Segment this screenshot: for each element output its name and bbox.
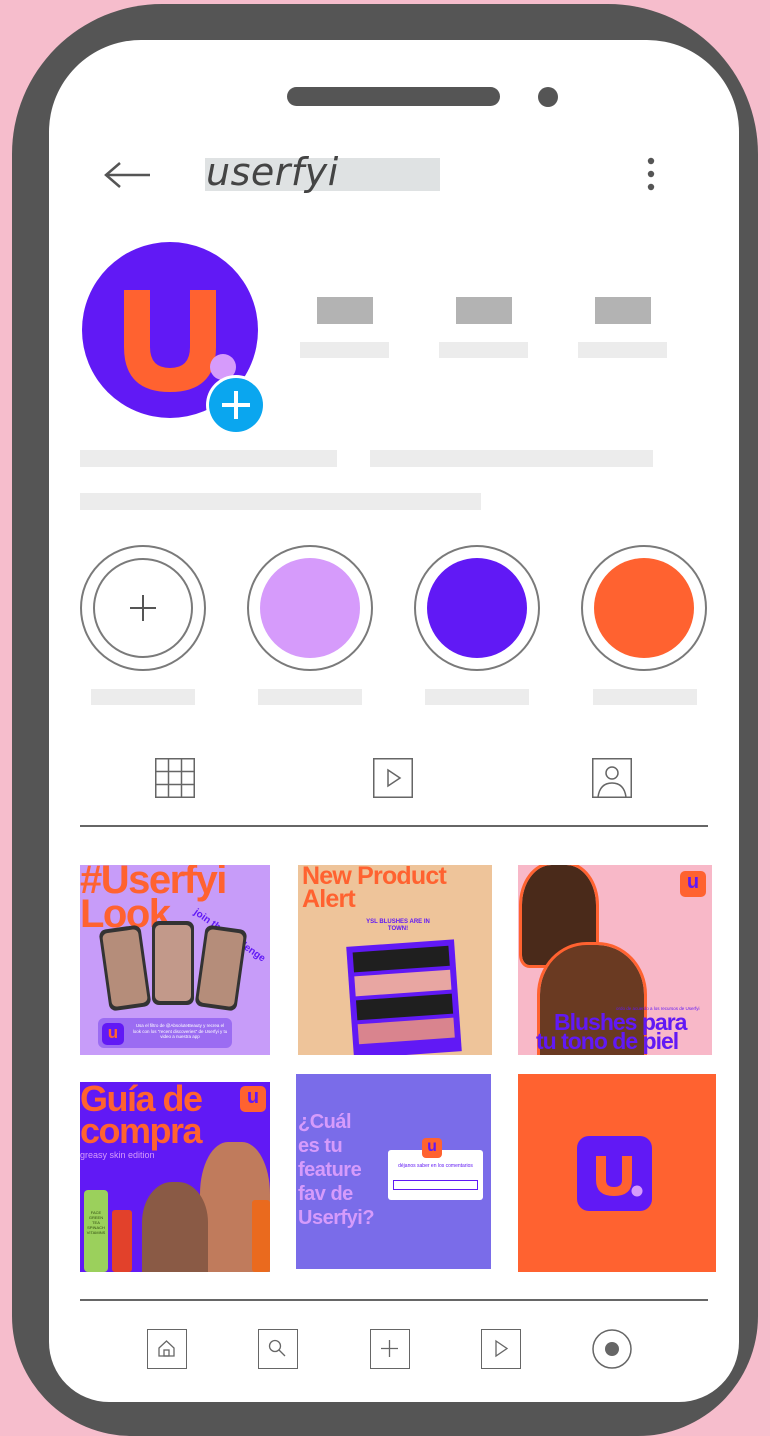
posts-label-placeholder	[300, 342, 389, 358]
user-icon	[592, 758, 632, 798]
userfyi-logo: u	[422, 1138, 442, 1158]
search-icon	[268, 1339, 286, 1357]
highlight-cover	[594, 558, 694, 658]
phone-mockup	[194, 924, 248, 1012]
userfyi-logo	[577, 1136, 652, 1211]
highlight-label-placeholder	[258, 689, 362, 705]
post-question-line: ¿Cuál	[298, 1111, 352, 1133]
nav-reels-button[interactable]	[481, 1329, 521, 1369]
product-bottle	[112, 1210, 132, 1272]
product-bottle	[252, 1200, 270, 1272]
highlight-cover	[427, 558, 527, 658]
arrow-left-icon	[104, 162, 150, 188]
nav-home-button[interactable]	[147, 1329, 187, 1369]
comment-card-text: déjanos saber en los comentarios	[398, 1163, 473, 1169]
profile-username: userfyi	[206, 150, 339, 194]
post-question-line: feature	[298, 1159, 362, 1181]
plus-icon	[130, 595, 156, 621]
followers-label-placeholder	[439, 342, 528, 358]
post-question-line: Userfyi?	[298, 1207, 375, 1229]
highlight-label-placeholder	[593, 689, 697, 705]
post-caption: Usa el filtro de @AbsoluteBeauty y recre…	[132, 1023, 228, 1039]
post-title: Alert	[302, 885, 356, 913]
product-bottle: FACE GREEN TEA SPINACH VITAMINS	[84, 1190, 108, 1272]
bio-placeholder	[80, 493, 481, 510]
userfyi-logo: u	[102, 1023, 124, 1045]
highlight-orange[interactable]	[581, 545, 707, 671]
followers-count-placeholder[interactable]	[456, 297, 512, 324]
play-icon	[373, 758, 413, 798]
product-label: FACE GREEN TEA SPINACH VITAMINS	[86, 1210, 106, 1235]
highlight-cover	[260, 558, 360, 658]
highlight-lilac[interactable]	[247, 545, 373, 671]
name-placeholder	[80, 450, 337, 467]
plus-icon	[381, 1340, 398, 1357]
front-camera	[538, 87, 558, 107]
product-stack	[346, 939, 462, 1055]
post-thumbnail[interactable]: u ordo de acuerdo a los recursos de User…	[518, 865, 712, 1055]
tabs-divider	[80, 825, 708, 827]
more-options-button[interactable]	[636, 155, 666, 195]
post-subtitle: YSL BLUSHES ARE IN TOWN!	[366, 919, 430, 932]
post-title: tu tono de piel	[536, 1028, 679, 1054]
home-icon	[158, 1340, 175, 1357]
post-question-line: fav de	[298, 1183, 353, 1205]
highlight-label-placeholder	[91, 689, 195, 705]
posts-count-placeholder	[317, 297, 373, 324]
post-thumbnail[interactable]: New Product Alert YSL BLUSHES ARE IN TOW…	[298, 865, 492, 1055]
speaker-grille	[287, 87, 500, 106]
userfyi-logo-mark	[596, 1156, 643, 1197]
post-thumbnail[interactable]: ¿Cuál es tu feature fav de Userfyi? déja…	[296, 1074, 491, 1269]
bottom-nav-divider	[80, 1299, 708, 1301]
new-highlight-button[interactable]	[80, 545, 206, 671]
back-button[interactable]	[100, 156, 156, 194]
post-title: compra	[80, 1110, 203, 1151]
post-thumbnail[interactable]: #Userfyi Look join the challenge u Usa e…	[80, 865, 270, 1055]
tab-tagged[interactable]	[592, 758, 632, 803]
post-thumbnail[interactable]	[518, 1074, 716, 1272]
nav-search-button[interactable]	[258, 1329, 298, 1369]
tab-posts-grid[interactable]	[155, 758, 195, 803]
circle-dot-icon	[592, 1329, 632, 1369]
phone-mockup	[98, 924, 152, 1012]
comment-input-mock	[393, 1180, 478, 1190]
highlight-label-placeholder	[425, 689, 529, 705]
nav-create-button[interactable]	[370, 1329, 410, 1369]
phone-mockup	[152, 921, 194, 1005]
grid-icon	[155, 758, 195, 798]
post-question: ¿Cuál es tu feature fav de Userfyi?	[298, 1110, 375, 1230]
userfyi-logo: u	[680, 871, 706, 897]
more-vertical-icon	[647, 157, 655, 191]
post-thumbnail[interactable]: Guía de compra u greasy skin edition FAC…	[80, 1082, 270, 1272]
add-story-button[interactable]	[206, 375, 266, 435]
post-question-line: es tu	[298, 1135, 343, 1157]
play-icon	[495, 1339, 509, 1358]
model-photo	[142, 1182, 208, 1272]
highlight-purple[interactable]	[414, 545, 540, 671]
category-placeholder	[370, 450, 653, 467]
following-count-placeholder[interactable]	[595, 297, 651, 324]
userfyi-logo: u	[240, 1086, 266, 1112]
following-label-placeholder	[578, 342, 667, 358]
plus-icon	[209, 378, 263, 432]
tab-reels[interactable]	[373, 758, 413, 803]
post-subtitle: greasy skin edition	[80, 1150, 155, 1160]
nav-profile-button[interactable]	[592, 1329, 632, 1369]
